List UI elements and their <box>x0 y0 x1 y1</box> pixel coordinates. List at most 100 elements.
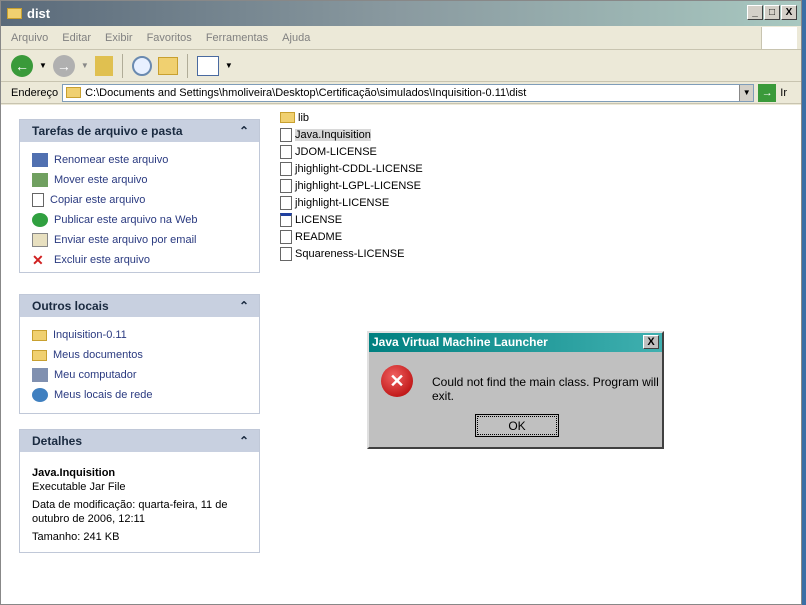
windows-logo-icon <box>761 27 797 49</box>
file-name: jhighlight-LICENSE <box>295 196 390 209</box>
place-computer[interactable]: Meu computador <box>32 365 247 385</box>
file-item[interactable]: jhighlight-LICENSE <box>280 194 423 211</box>
task-label: Excluir este arquivo <box>54 254 150 266</box>
file-item[interactable]: lib <box>280 109 423 126</box>
task-publish[interactable]: Publicar este arquivo na Web <box>32 210 247 230</box>
file-item[interactable]: JDOM-LICENSE <box>280 143 423 160</box>
detail-size: Tamanho: 241 KB <box>32 531 120 543</box>
task-label: Mover este arquivo <box>54 174 148 186</box>
ok-label: OK <box>477 416 557 435</box>
rename-icon <box>32 153 48 167</box>
file-item[interactable]: README <box>280 228 423 245</box>
task-delete[interactable]: ✕ Excluir este arquivo <box>32 250 247 270</box>
places-header[interactable]: Outros locais ⌃ <box>20 295 259 317</box>
file-icon <box>280 144 292 159</box>
close-button[interactable]: X <box>781 5 797 20</box>
menu-exibir[interactable]: Exibir <box>105 32 133 44</box>
places-panel: Outros locais ⌃ Inquisition-0.11 Meus doc… <box>19 294 260 414</box>
place-label: Meus documentos <box>53 349 143 361</box>
dialog-close-button[interactable]: X <box>643 335 659 349</box>
address-label: Endereço <box>11 86 59 99</box>
file-item[interactable]: Squareness-LICENSE <box>280 245 423 262</box>
computer-icon <box>32 368 48 382</box>
task-copy[interactable]: Copiar este arquivo <box>32 190 247 210</box>
title-bar[interactable]: dist _ □ X <box>1 1 801 26</box>
file-item[interactable]: jhighlight-LGPL-LICENSE <box>280 177 423 194</box>
globe-icon <box>32 213 48 227</box>
folder-icon <box>32 329 47 341</box>
menu-ajuda[interactable]: Ajuda <box>282 32 310 44</box>
panel-title: Detalhes <box>32 434 83 448</box>
collapse-icon[interactable]: ⌃ <box>239 299 249 313</box>
email-icon <box>32 233 48 247</box>
address-dropdown[interactable]: ▼ <box>739 84 754 101</box>
dialog-title: Java Virtual Machine Launcher <box>372 335 548 349</box>
up-folder-icon[interactable] <box>94 55 113 76</box>
error-dialog: Java Virtual Machine Launcher X ✕ Could n… <box>367 331 664 449</box>
menu-favoritos[interactable]: Favoritos <box>147 32 192 44</box>
file-name: README <box>295 230 343 243</box>
task-move[interactable]: Mover este arquivo <box>32 170 247 190</box>
folders-icon[interactable] <box>157 56 178 75</box>
file-list: lib Java.Inquisition JDOM-LICENSE jhighl… <box>280 109 423 262</box>
views-icon[interactable] <box>196 55 219 76</box>
folder-icon <box>7 8 22 19</box>
place-inquisition[interactable]: Inquisition-0.11 <box>32 325 247 345</box>
file-icon <box>280 178 292 193</box>
maximize-button[interactable]: □ <box>764 5 780 20</box>
collapse-icon[interactable]: ⌃ <box>239 434 249 448</box>
task-label: Renomear este arquivo <box>54 154 169 166</box>
file-name: jhighlight-LGPL-LICENSE <box>295 179 421 192</box>
menu-ferramentas[interactable]: Ferramentas <box>206 32 268 44</box>
documents-icon <box>32 349 47 361</box>
collapse-icon[interactable]: ⌃ <box>239 124 249 138</box>
dialog-title-bar[interactable]: Java Virtual Machine Launcher X <box>369 333 662 352</box>
address-input[interactable]: C:\Documents and Settings\hmoliveira\Des… <box>62 83 755 102</box>
toolbar: ← ▼ → ▼ ▼ <box>1 50 801 82</box>
file-item[interactable]: LICENSE <box>280 211 423 228</box>
details-panel: Detalhes ⌃ Java.Inquisition Executable Ja… <box>19 429 260 553</box>
detail-name: Java.Inquisition <box>32 467 116 479</box>
window-title: dist <box>27 6 51 21</box>
panel-title: Outros locais <box>32 299 109 313</box>
file-name: Squareness-LICENSE <box>295 247 405 260</box>
file-name: jhighlight-CDDL-LICENSE <box>295 162 423 175</box>
go-arrow-icon[interactable]: → <box>758 83 777 102</box>
app-file-icon <box>280 212 292 227</box>
go-button[interactable]: Ir <box>780 87 787 99</box>
task-label: Enviar este arquivo por email <box>54 234 197 246</box>
search-icon[interactable] <box>131 55 152 76</box>
file-item[interactable]: jhighlight-CDDL-LICENSE <box>280 160 423 177</box>
details-header[interactable]: Detalhes ⌃ <box>20 430 259 452</box>
panel-title: Tarefas de arquivo e pasta <box>32 124 183 138</box>
file-icon <box>280 229 292 244</box>
file-icon <box>280 161 292 176</box>
menu-editar[interactable]: Editar <box>62 32 91 44</box>
task-label: Publicar este arquivo na Web <box>54 214 198 226</box>
file-icon <box>280 246 292 261</box>
menu-arquivo[interactable]: Arquivo <box>11 32 48 44</box>
tasks-panel: Tarefas de arquivo e pasta ⌃ Renomear est… <box>19 119 260 273</box>
task-email[interactable]: Enviar este arquivo por email <box>32 230 247 250</box>
address-path: C:\Documents and Settings\hmoliveira\Des… <box>85 86 527 99</box>
file-name: lib <box>298 111 310 124</box>
forward-icon[interactable]: → <box>52 54 75 77</box>
place-documents[interactable]: Meus documentos <box>32 345 247 365</box>
folder-icon <box>280 112 295 123</box>
file-name: Java.Inquisition <box>295 128 371 141</box>
copy-icon <box>32 193 44 207</box>
file-item[interactable]: Java.Inquisition <box>280 126 423 143</box>
folder-icon <box>66 87 82 98</box>
detail-modified: Data de modificação: quarta-feira, 11 de… <box>32 499 228 525</box>
tasks-header[interactable]: Tarefas de arquivo e pasta ⌃ <box>20 120 259 142</box>
back-icon[interactable]: ← <box>11 54 33 77</box>
detail-type: Executable Jar File <box>32 481 126 493</box>
place-network[interactable]: Meus locais de rede <box>32 385 247 405</box>
file-name: LICENSE <box>295 213 343 226</box>
task-rename[interactable]: Renomear este arquivo <box>32 150 247 170</box>
place-label: Inquisition-0.11 <box>53 329 127 341</box>
minimize-button[interactable]: _ <box>747 5 763 20</box>
file-icon <box>280 195 292 210</box>
ok-button[interactable]: OK <box>475 414 559 437</box>
error-icon: ✕ <box>381 365 413 397</box>
